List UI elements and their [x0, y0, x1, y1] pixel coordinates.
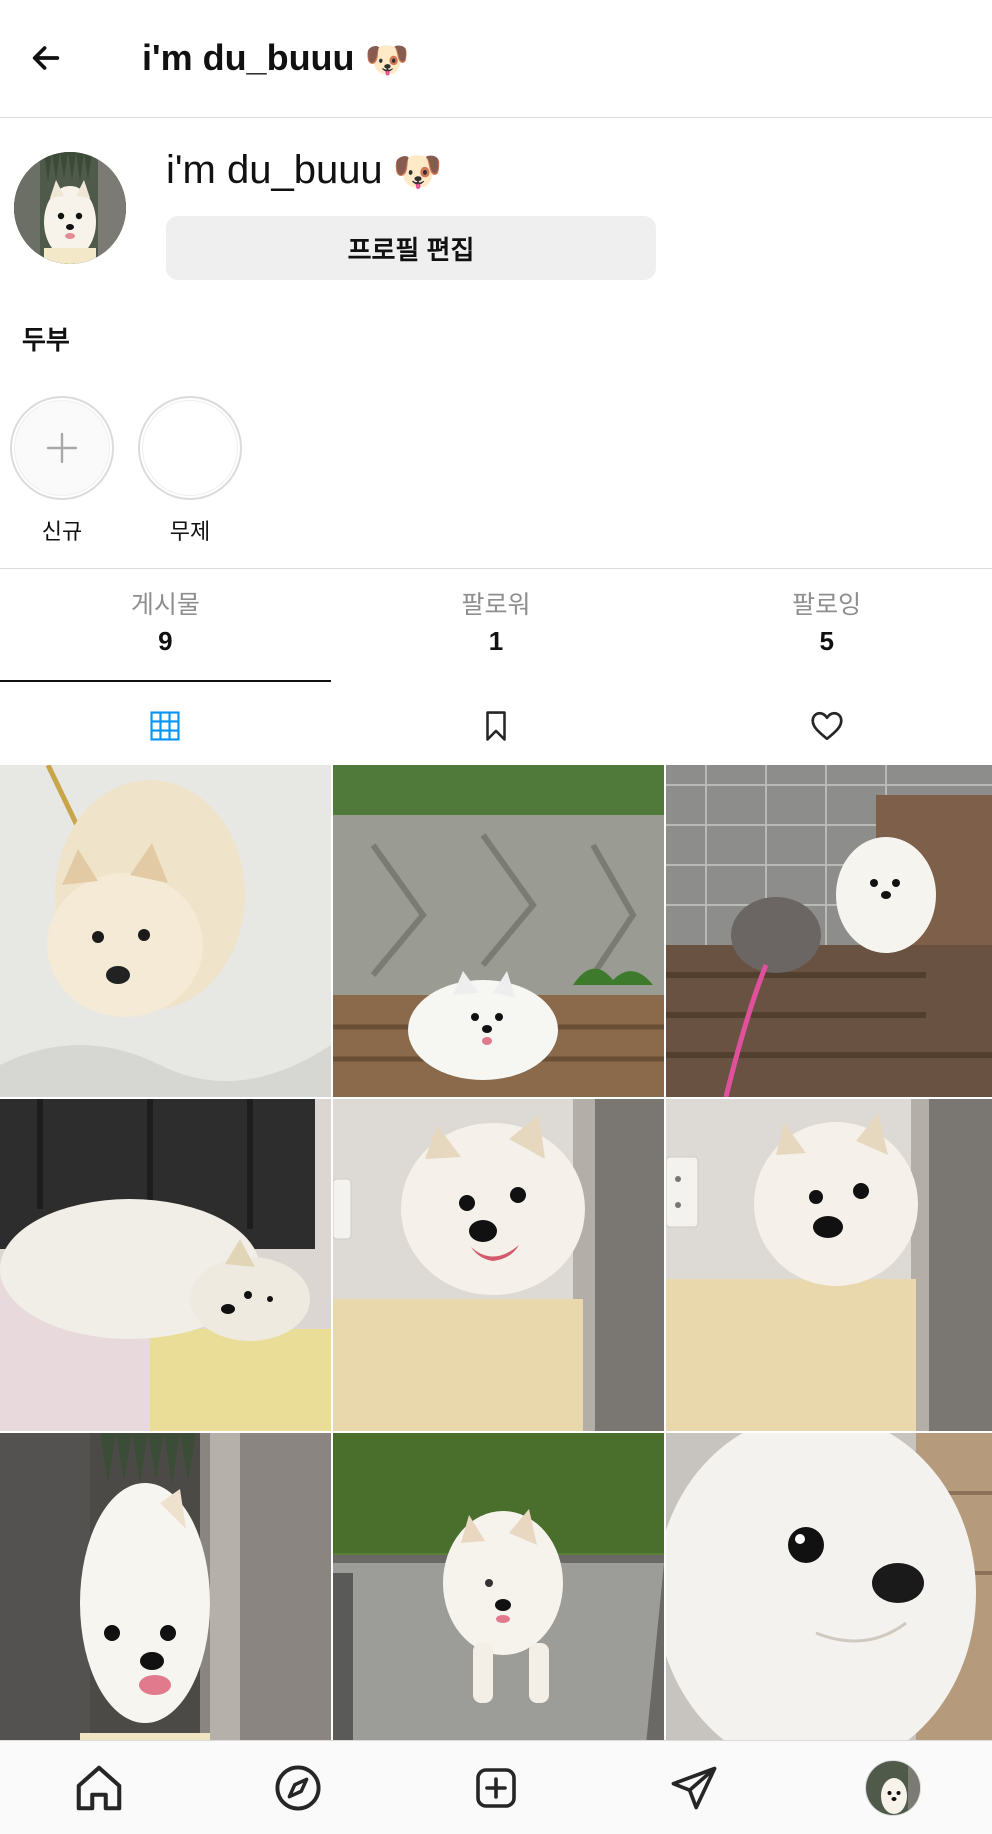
nav-avatar-photo	[865, 1760, 920, 1815]
new-post-icon	[476, 1767, 516, 1808]
stat-following-label: 팔로잉	[792, 591, 862, 619]
stat-posts-value: 9	[158, 626, 173, 656]
grid-post-7[interactable]	[0, 1433, 331, 1740]
stat-posts[interactable]: 게시물 9	[0, 569, 331, 682]
dog-emoji-icon: 🐶	[392, 150, 443, 195]
post-photo-5	[333, 1099, 664, 1431]
post-grid	[0, 765, 992, 1740]
edit-profile-button[interactable]: 프로필 편집	[166, 216, 656, 280]
post-photo-3	[666, 765, 992, 1097]
grid-post-3[interactable]	[666, 765, 992, 1097]
stat-posts-label: 게시물	[130, 591, 200, 619]
highlight-untitled[interactable]: 무제	[138, 396, 242, 546]
plus-icon	[46, 432, 78, 464]
post-photo-2	[333, 765, 664, 1097]
grid-post-6[interactable]	[666, 1099, 992, 1431]
top-bar: i'm du_buuu 🐶	[0, 0, 992, 118]
highlight-new-label: 신규	[41, 519, 83, 544]
profile-display-name: i'm du_buuu 🐶	[166, 142, 443, 200]
highlight-new-inner	[14, 400, 110, 496]
post-photo-9	[666, 1433, 992, 1740]
highlight-new[interactable]: 신규	[10, 396, 114, 546]
grid-post-9[interactable]	[666, 1433, 992, 1740]
back-button[interactable]	[22, 34, 70, 82]
profile-avatar[interactable]	[14, 152, 126, 264]
nav-explore[interactable]	[263, 1753, 333, 1823]
home-icon	[76, 1765, 122, 1810]
stat-followers-label: 팔로워	[461, 591, 531, 619]
grid-post-8[interactable]	[333, 1433, 664, 1740]
stat-active-indicator	[0, 680, 331, 682]
content-tabs	[0, 690, 992, 762]
profile-avatar	[864, 1759, 921, 1816]
nav-direct[interactable]	[659, 1753, 729, 1823]
bio-name: 두부	[22, 325, 70, 355]
grid-post-1[interactable]	[0, 765, 331, 1097]
profile-header: i'm du_buuu 🐶 프로필 편집 두부 신규 무제	[0, 118, 992, 558]
profile-stats: 게시물 9 팔로워 1 팔로잉 5	[0, 568, 992, 682]
heart-icon	[811, 711, 843, 741]
stat-following[interactable]: 팔로잉 5	[661, 569, 992, 682]
stat-followers[interactable]: 팔로워 1	[331, 569, 662, 682]
tab-liked[interactable]	[661, 690, 992, 762]
tab-saved[interactable]	[331, 690, 662, 762]
grid-post-2[interactable]	[333, 765, 664, 1097]
highlight-untitled-ring[interactable]	[138, 396, 242, 500]
post-photo-8	[333, 1433, 664, 1740]
bookmark-icon	[486, 711, 506, 741]
grid-post-5[interactable]	[333, 1099, 664, 1431]
post-photo-1	[0, 765, 331, 1097]
highlight-new-ring[interactable]	[10, 396, 114, 500]
highlight-untitled-inner	[142, 400, 238, 496]
nav-new-post[interactable]	[461, 1753, 531, 1823]
send-icon	[671, 1766, 717, 1809]
dog-emoji-icon: 🐶	[364, 39, 410, 81]
nav-home[interactable]	[64, 1753, 134, 1823]
nav-profile[interactable]	[858, 1753, 928, 1823]
profile-name-text: i'm du_buuu	[166, 148, 383, 192]
stat-following-value: 5	[819, 626, 834, 656]
grid-post-4[interactable]	[0, 1099, 331, 1431]
grid-icon	[150, 711, 180, 741]
compass-icon	[275, 1764, 321, 1811]
avatar-photo	[14, 152, 126, 264]
post-photo-4	[0, 1099, 331, 1431]
post-photo-7	[0, 1433, 331, 1740]
tab-grid[interactable]	[0, 690, 331, 762]
post-photo-6	[666, 1099, 992, 1431]
page-title: i'm du_buuu 🐶	[142, 34, 409, 84]
bottom-nav	[0, 1740, 992, 1834]
page-title-text: i'm du_buuu	[142, 37, 355, 78]
back-arrow-icon	[32, 46, 60, 70]
stat-followers-value: 1	[488, 626, 504, 656]
highlight-untitled-label: 무제	[169, 519, 211, 544]
